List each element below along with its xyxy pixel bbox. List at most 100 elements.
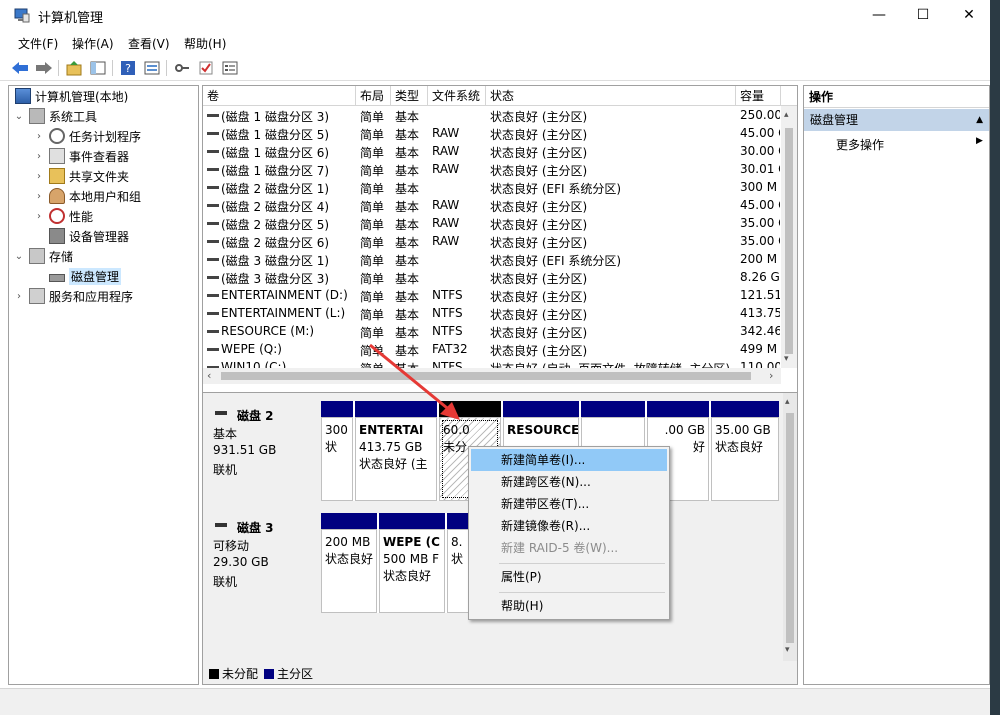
table-cell: 342.46	[740, 324, 780, 338]
partition[interactable]: 200 MB 状态良好	[321, 513, 379, 613]
menu-view[interactable]: 查看(V)	[128, 35, 170, 52]
tree-storage[interactable]: ⌄ 存储	[13, 246, 73, 266]
scroll-up-icon[interactable]: ▴	[785, 397, 790, 407]
chevron-right-icon[interactable]: ›	[33, 191, 45, 202]
forward-button[interactable]	[34, 58, 54, 78]
table-row[interactable]: (磁盘 2 磁盘分区 4) 简单基本 RAW 状态良好 (主分区) 45.00 G	[203, 196, 781, 214]
chevron-down-icon[interactable]: ⌄	[13, 251, 25, 262]
tree-local-users[interactable]: › 本地用户和组	[33, 186, 141, 206]
volume-icon	[207, 258, 219, 261]
table-row[interactable]: (磁盘 1 磁盘分区 5) 简单基本 RAW 状态良好 (主分区) 45.00 G	[203, 124, 781, 142]
table-row[interactable]: (磁盘 2 磁盘分区 5) 简单基本 RAW 状态良好 (主分区) 35.00 G	[203, 214, 781, 232]
computer-management-icon	[14, 8, 30, 23]
chevron-down-icon[interactable]: ⌄	[13, 111, 25, 122]
table-cell: 45.00 G	[740, 126, 780, 140]
table-cell: 基本	[395, 326, 420, 340]
volume-icon	[207, 330, 219, 333]
check-button[interactable]	[196, 58, 216, 78]
table-cell: 简单	[360, 146, 385, 160]
tree-services[interactable]: › 服务和应用程序	[13, 286, 133, 306]
scroll-left-icon[interactable]: ‹	[207, 369, 211, 382]
menu-new-spanned-volume[interactable]: 新建跨区卷(N)...	[471, 471, 667, 493]
col-status[interactable]: 状态	[486, 86, 736, 106]
chevron-right-icon[interactable]: ›	[33, 171, 45, 182]
table-cell: 简单	[360, 290, 385, 304]
table-row[interactable]: ENTERTAINMENT (L:) 简单 基本 NTFS 状态良好 (主分区) 413.…	[203, 304, 781, 322]
col-layout[interactable]: 布局	[356, 86, 391, 106]
menu-new-striped-volume[interactable]: 新建带区卷(T)...	[471, 493, 667, 515]
maximize-button[interactable]: ☐	[900, 0, 946, 31]
volume-icon	[207, 312, 219, 315]
tree-performance[interactable]: › 性能	[33, 206, 93, 226]
volume-list-horizontal-scrollbar[interactable]: ‹ ›	[203, 368, 781, 384]
chevron-right-icon[interactable]: ›	[33, 131, 45, 142]
folder-up-icon	[66, 61, 82, 76]
checkbox-icon	[199, 61, 213, 75]
table-row[interactable]: (磁盘 2 磁盘分区 1) 简单 基本 状态良好 (EFI 系统分区) 300 M	[203, 178, 781, 196]
connect-button[interactable]	[172, 58, 192, 78]
disk-map-scrollbar[interactable]: ▴ ▾	[783, 393, 797, 661]
scroll-down-icon[interactable]: ▾	[784, 354, 789, 364]
table-row[interactable]: ENTERTAINMENT (D:) 简单 基本 NTFS 状态良好 (主分区) 121.…	[203, 286, 781, 304]
up-level-button[interactable]	[64, 58, 84, 78]
scroll-thumb[interactable]	[221, 372, 751, 380]
list-view-button[interactable]	[220, 58, 240, 78]
scroll-right-icon[interactable]: ›	[769, 369, 773, 382]
volume-table-header: 卷 布局 类型 文件系统 状态 容量	[203, 86, 797, 106]
show-hide-tree-button[interactable]	[88, 58, 108, 78]
more-actions[interactable]: 更多操作 ▶	[836, 136, 983, 153]
console-tree: 计算机管理(本地) ⌄ 系统工具 › 任务计划程序 › 事件查看器 › 共享文件…	[8, 85, 199, 685]
table-row[interactable]: WIN10 (C:)简单基本NTFS状态良好 (启动, 页面文件, 故障转储, …	[203, 358, 781, 368]
col-volume[interactable]: 卷	[203, 86, 356, 106]
back-button[interactable]	[10, 58, 30, 78]
tree-event-viewer[interactable]: › 事件查看器	[33, 146, 129, 166]
menu-action[interactable]: 操作(A)	[72, 35, 114, 52]
menu-new-simple-volume[interactable]: 新建简单卷(I)...	[471, 449, 667, 471]
table-row[interactable]: (磁盘 2 磁盘分区 6) 简单基本 RAW 状态良好 (主分区) 35.00 G	[203, 232, 781, 250]
menu-properties[interactable]: 属性(P)	[471, 566, 667, 588]
table-row[interactable]: WEPE (Q:) 简单 基本 FAT32 状态良好 (主分区) 499 M	[203, 340, 781, 358]
partition[interactable]: WEPE (C 500 MB F 状态良好	[379, 513, 447, 613]
menu-file[interactable]: 文件(F)	[18, 35, 58, 52]
close-button[interactable]: ✕	[946, 0, 992, 31]
properties-view-button[interactable]	[142, 58, 162, 78]
menu-help[interactable]: 帮助(H)	[471, 595, 667, 617]
help-button[interactable]: ?	[118, 58, 138, 78]
menu-new-mirrored-volume[interactable]: 新建镜像卷(R)...	[471, 515, 667, 537]
table-cell: RAW	[432, 234, 460, 248]
menu-help[interactable]: 帮助(H)	[184, 35, 226, 52]
table-row[interactable]: (磁盘 1 磁盘分区 3) 简单 基本 状态良好 (主分区) 250.00	[203, 106, 781, 124]
partition[interactable]: 35.00 GB 状态良好	[711, 401, 779, 501]
tree-task-scheduler[interactable]: › 任务计划程序	[33, 126, 141, 146]
chevron-right-icon[interactable]: ›	[33, 211, 45, 222]
scroll-down-icon[interactable]: ▾	[785, 645, 790, 655]
scroll-up-icon[interactable]: ▴	[784, 110, 789, 120]
tree-system-tools[interactable]: ⌄ 系统工具	[13, 106, 97, 126]
minimize-button[interactable]: —	[856, 0, 902, 31]
partition[interactable]: 300 状	[321, 401, 355, 501]
scroll-thumb[interactable]	[785, 128, 793, 354]
chevron-right-icon[interactable]: ›	[33, 151, 45, 162]
tree-shared-folders[interactable]: › 共享文件夹	[33, 166, 129, 186]
help-icon: ?	[121, 61, 135, 75]
actions-disk-management[interactable]: 磁盘管理 ▲	[804, 109, 989, 131]
collapse-icon[interactable]: ▲	[976, 109, 983, 131]
volume-list-vertical-scrollbar[interactable]: ▴ ▾	[781, 106, 797, 368]
chevron-right-icon[interactable]: ›	[13, 291, 25, 302]
tree-disk-management[interactable]: 磁盘管理	[33, 266, 122, 286]
table-row[interactable]: (磁盘 3 磁盘分区 1) 简单 基本 状态良好 (EFI 系统分区) 200 M	[203, 250, 781, 268]
col-filesystem[interactable]: 文件系统	[428, 86, 486, 106]
scroll-thumb[interactable]	[786, 413, 794, 643]
table-cell: 简单	[360, 254, 385, 268]
table-row[interactable]: (磁盘 1 磁盘分区 6) 简单基本 RAW 状态良好 (主分区) 30.00 G	[203, 142, 781, 160]
disk-2-label[interactable]: 磁盘 2 基本 931.51 GB 联机	[207, 401, 319, 501]
table-row[interactable]: RESOURCE (M:) 简单 基本 NTFS 状态良好 (主分区) 342.46	[203, 322, 781, 340]
col-type[interactable]: 类型	[391, 86, 428, 106]
tree-root[interactable]: 计算机管理(本地)	[11, 86, 128, 106]
tree-device-manager[interactable]: 设备管理器	[33, 226, 129, 246]
table-cell: RAW	[432, 126, 460, 140]
table-row[interactable]: (磁盘 3 磁盘分区 3) 简单 基本 状态良好 (主分区) 8.26 G	[203, 268, 781, 286]
table-row[interactable]: (磁盘 1 磁盘分区 7) 简单基本 RAW 状态良好 (主分区) 30.01 G	[203, 160, 781, 178]
disk-3-label[interactable]: 磁盘 3 可移动 29.30 GB 联机	[207, 513, 319, 613]
col-capacity[interactable]: 容量	[736, 86, 781, 106]
